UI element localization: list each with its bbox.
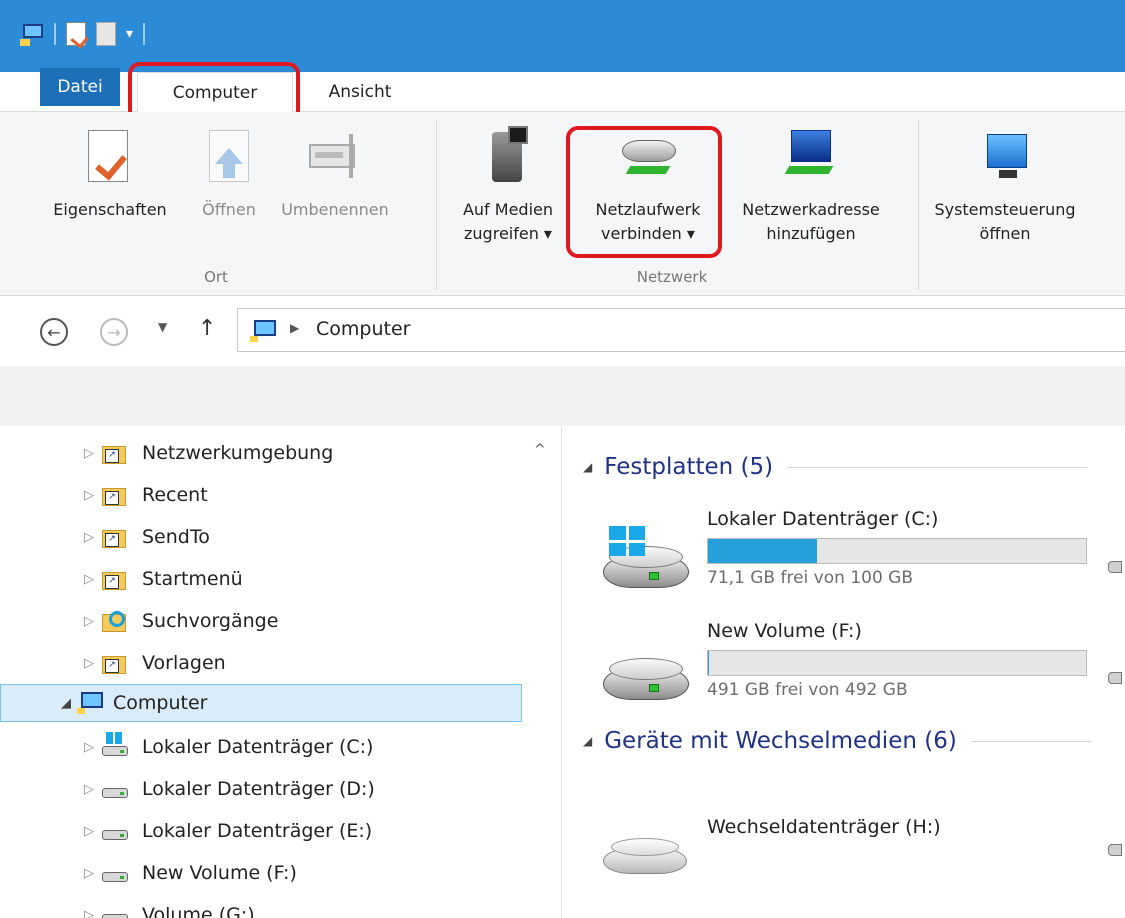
search-folder-icon — [100, 608, 128, 634]
expand-icon[interactable]: ▷ — [78, 656, 100, 671]
breadcrumb-computer[interactable]: Computer — [316, 318, 410, 340]
group-divider — [970, 740, 1091, 742]
computer-icon — [77, 690, 105, 716]
title-bar: ▾ — [0, 0, 1125, 72]
usage-bar-fill — [708, 539, 818, 563]
media-access-icon — [478, 126, 538, 188]
windows-drive-icon — [100, 732, 128, 760]
expand-icon[interactable]: ▷ — [78, 614, 100, 629]
shortcut-folder-icon — [100, 440, 128, 466]
windows-drive-icon — [599, 526, 691, 588]
tree-item-sendto[interactable]: ▷ SendTo — [78, 518, 210, 556]
toolbar-separator — [143, 23, 146, 45]
ribbon: Eigenschaften Öffnen Umbenennen Ort Auf … — [0, 112, 1125, 296]
tree-item-drive-c[interactable]: ▷ Lokaler Datenträger (C:) — [78, 728, 373, 766]
computer-icon[interactable] — [20, 22, 44, 46]
navigation-pane: ^ ▷ Netzwerkumgebung ▷ Recent ▷ SendTo ▷… — [0, 426, 562, 918]
group-separator — [918, 120, 919, 290]
usage-bar-fill — [708, 651, 709, 675]
content-pane: ◢ Festplatten (5) Lokaler Datenträger (C… — [563, 426, 1125, 918]
tree-item-recent[interactable]: ▷ Recent — [78, 476, 208, 514]
tab-datei[interactable]: Datei — [40, 68, 120, 106]
drive-tile-h[interactable]: Wechseldatenträger (H:) — [599, 816, 1125, 916]
collapse-group-icon[interactable]: ◢ — [583, 734, 592, 748]
drive-tile-f[interactable]: New Volume (F:) 491 GB frei von 492 GB — [599, 620, 1125, 720]
tree-item-drive-g[interactable]: ▷ Volume (G:) — [78, 896, 255, 918]
expand-icon[interactable]: ▷ — [78, 488, 100, 503]
properties-icon — [80, 126, 140, 188]
properties-icon[interactable] — [66, 22, 86, 46]
tree-item-netzwerkumgebung[interactable]: ▷ Netzwerkumgebung — [78, 434, 333, 472]
tree-item-drive-f[interactable]: ▷ New Volume (F:) — [78, 854, 297, 892]
expand-icon[interactable]: ▷ — [78, 866, 100, 881]
drive-icon[interactable] — [1108, 844, 1122, 856]
removable-drive-icon — [599, 836, 691, 876]
usage-bar — [707, 650, 1087, 676]
drive-icon[interactable] — [1108, 672, 1122, 684]
shortcut-folder-icon — [100, 482, 128, 508]
drive-icon — [100, 902, 128, 918]
breadcrumb-chevron-icon[interactable]: ▶ — [290, 321, 299, 335]
tree-item-startmenue[interactable]: ▷ Startmenü — [78, 560, 243, 598]
drive-icon[interactable] — [1108, 561, 1122, 573]
quick-access-toolbar: ▾ — [20, 22, 146, 46]
rename-button[interactable]: Umbenennen — [274, 126, 396, 222]
drive-icon — [599, 648, 691, 700]
group-header-wechselmedien[interactable]: ◢ Geräte mit Wechselmedien (6) — [583, 728, 1091, 754]
computer-icon — [250, 318, 280, 344]
add-network-location-icon — [781, 126, 841, 188]
tree-item-vorlagen[interactable]: ▷ Vorlagen — [78, 644, 226, 682]
properties-button[interactable]: Eigenschaften — [36, 126, 184, 222]
group-divider — [787, 466, 1088, 468]
ribbon-tabs: Datei Computer Ansicht — [0, 68, 1125, 113]
new-folder-icon[interactable] — [96, 22, 116, 46]
up-button[interactable]: ↑ — [198, 316, 216, 341]
recent-locations-dropdown[interactable]: ▼ — [158, 320, 167, 334]
control-panel-button[interactable]: Systemsteuerung öffnen — [930, 126, 1080, 246]
expand-icon[interactable]: ▷ — [78, 572, 100, 587]
media-access-button[interactable]: Auf Medien zugreifen ▾ — [446, 126, 570, 246]
drive-icon — [100, 860, 128, 886]
address-bar[interactable]: ▶ Computer — [237, 308, 1125, 352]
open-icon — [199, 126, 259, 188]
expand-icon[interactable]: ▷ — [78, 908, 100, 918]
group-label-ort: Ort — [204, 268, 228, 286]
expand-icon[interactable]: ▷ — [78, 740, 100, 755]
tree-item-drive-d[interactable]: ▷ Lokaler Datenträger (D:) — [78, 770, 375, 808]
group-label-netzwerk: Netzwerk — [636, 268, 708, 286]
customize-toolbar-icon[interactable]: ▾ — [126, 26, 133, 42]
add-network-location-button[interactable]: Netzwerkadresse hinzufügen — [724, 126, 898, 246]
map-network-drive-icon — [618, 126, 678, 188]
tree-item-suchvorgaenge[interactable]: ▷ Suchvorgänge — [78, 602, 278, 640]
address-bar-area: ← → ▼ ↑ ▶ Computer — [0, 296, 1125, 366]
control-panel-icon — [975, 126, 1035, 188]
group-header-festplatten[interactable]: ◢ Festplatten (5) — [583, 454, 1088, 480]
drive-icon — [100, 776, 128, 802]
collapse-group-icon[interactable]: ◢ — [583, 460, 592, 474]
open-button[interactable]: Öffnen — [186, 126, 272, 222]
group-separator — [436, 120, 437, 290]
back-button[interactable]: ← — [40, 318, 68, 346]
collapse-icon[interactable]: ◢ — [55, 696, 77, 711]
map-network-drive-button[interactable]: Netzlaufwerk verbinden ▾ — [574, 126, 722, 246]
tab-computer[interactable]: Computer — [137, 72, 293, 113]
toolbar-gap — [0, 366, 1125, 426]
usage-bar — [707, 538, 1087, 564]
drive-tile-c[interactable]: Lokaler Datenträger (C:) 71,1 GB frei vo… — [599, 508, 1125, 608]
tree-item-computer[interactable]: ◢ Computer — [0, 684, 522, 722]
shortcut-folder-icon — [100, 524, 128, 550]
expand-icon[interactable]: ▷ — [78, 530, 100, 545]
toolbar-separator — [54, 23, 56, 45]
shortcut-folder-icon — [100, 566, 128, 592]
tab-ansicht[interactable]: Ansicht — [305, 72, 415, 112]
drive-icon — [100, 818, 128, 844]
tree-item-drive-e[interactable]: ▷ Lokaler Datenträger (E:) — [78, 812, 372, 850]
shortcut-folder-icon — [100, 650, 128, 676]
expand-icon[interactable]: ▷ — [78, 446, 100, 461]
expand-icon[interactable]: ▷ — [78, 824, 100, 839]
scroll-up-arrow[interactable]: ^ — [534, 442, 546, 458]
expand-icon[interactable]: ▷ — [78, 782, 100, 797]
forward-button[interactable]: → — [100, 318, 128, 346]
rename-icon — [305, 126, 365, 188]
